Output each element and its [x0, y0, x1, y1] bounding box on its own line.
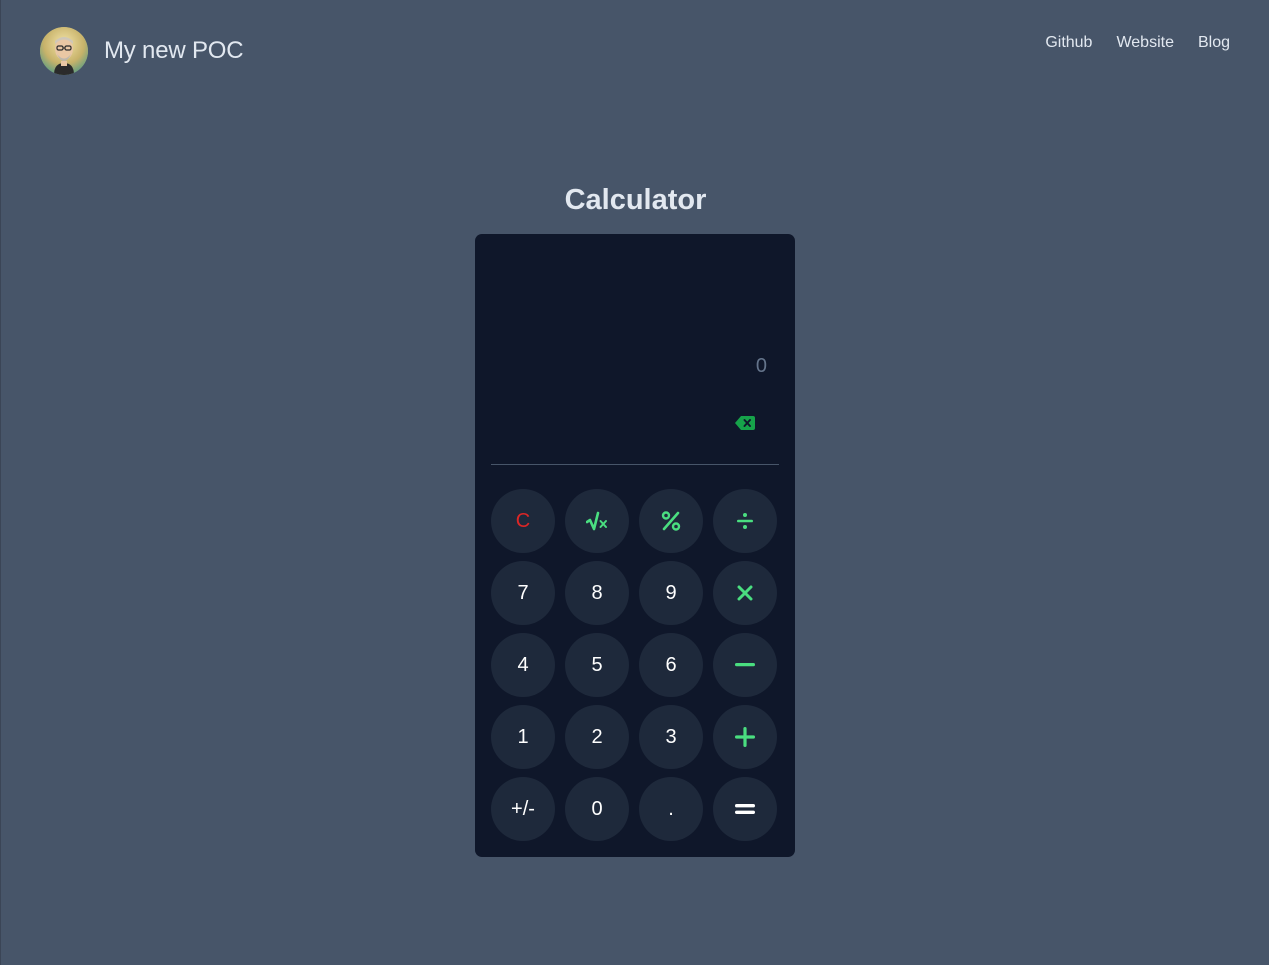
- brand[interactable]: My new POC: [40, 27, 244, 75]
- avatar: [40, 27, 88, 75]
- percent-icon: [661, 511, 681, 531]
- percent-button[interactable]: [639, 489, 703, 553]
- digit-1-button[interactable]: 1: [491, 705, 555, 769]
- multiply-icon: [737, 585, 753, 601]
- calculator-panel: 0 C 7 8 9 4 5 6 1 2 3 +/- 0 .: [475, 234, 795, 857]
- digit-3-button[interactable]: 3: [639, 705, 703, 769]
- equals-button[interactable]: [713, 777, 777, 841]
- multiply-button[interactable]: [713, 561, 777, 625]
- decimal-button[interactable]: .: [639, 777, 703, 841]
- clear-button[interactable]: C: [491, 489, 555, 553]
- minus-icon: [735, 663, 755, 667]
- backspace-icon[interactable]: [735, 416, 755, 430]
- keypad: C 7 8 9 4 5 6 1 2 3 +/- 0 .: [491, 489, 779, 841]
- display-value: 0: [755, 355, 767, 377]
- digit-7-button[interactable]: 7: [491, 561, 555, 625]
- square-root-button[interactable]: [565, 489, 629, 553]
- add-button[interactable]: [713, 705, 777, 769]
- nav-link-github[interactable]: Github: [1045, 33, 1092, 53]
- digit-6-button[interactable]: 6: [639, 633, 703, 697]
- digit-5-button[interactable]: 5: [565, 633, 629, 697]
- divide-icon: [737, 513, 753, 529]
- plus-icon: [735, 727, 755, 747]
- page: My new POC Github Website Blog Calculato…: [0, 0, 1269, 965]
- digit-8-button[interactable]: 8: [565, 561, 629, 625]
- nav-links: Github Website Blog: [1045, 33, 1230, 53]
- calculator-title: Calculator: [564, 184, 707, 216]
- digit-0-button[interactable]: 0: [565, 777, 629, 841]
- nav-link-blog[interactable]: Blog: [1198, 33, 1230, 53]
- equals-icon: [735, 804, 755, 814]
- calculator-display: 0: [491, 234, 779, 465]
- nav-link-website[interactable]: Website: [1116, 33, 1174, 53]
- square-root-icon: [586, 511, 607, 531]
- digit-4-button[interactable]: 4: [491, 633, 555, 697]
- divide-button[interactable]: [713, 489, 777, 553]
- subtract-button[interactable]: [713, 633, 777, 697]
- brand-title: My new POC: [104, 37, 244, 64]
- negate-button[interactable]: +/-: [491, 777, 555, 841]
- digit-9-button[interactable]: 9: [639, 561, 703, 625]
- digit-2-button[interactable]: 2: [565, 705, 629, 769]
- top-navbar: My new POC Github Website Blog: [1, 0, 1269, 104]
- memoji-avatar-icon: [40, 27, 88, 75]
